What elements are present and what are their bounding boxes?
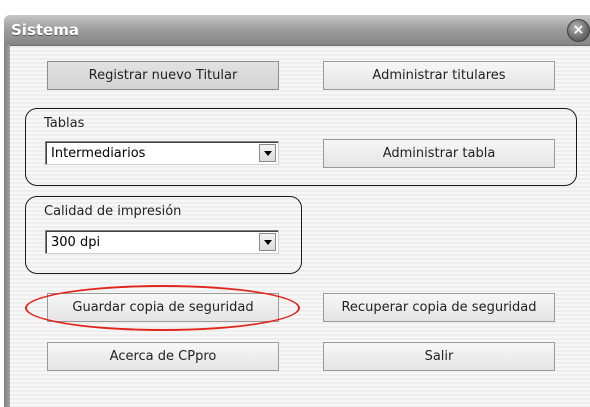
tables-dropdown-value: Intermediarios bbox=[51, 146, 146, 161]
chevron-down-icon[interactable] bbox=[259, 233, 276, 251]
tables-dropdown[interactable]: Intermediarios bbox=[45, 141, 279, 165]
sistema-dialog: Sistema × Registrar nuevo Titular Admini… bbox=[0, 0, 590, 407]
exit-button[interactable]: Salir bbox=[323, 342, 555, 371]
manage-table-button[interactable]: Administrar tabla bbox=[323, 139, 555, 168]
close-icon[interactable]: × bbox=[567, 19, 590, 42]
restore-backup-button[interactable]: Recuperar copia de seguridad bbox=[323, 293, 555, 322]
tables-group-label: Tablas bbox=[44, 116, 85, 131]
title-bar[interactable]: Sistema × bbox=[4, 15, 590, 46]
save-backup-button[interactable]: Guardar copia de seguridad bbox=[47, 293, 279, 322]
chevron-down-icon[interactable] bbox=[259, 144, 276, 162]
print-quality-dropdown[interactable]: 300 dpi bbox=[45, 230, 279, 254]
print-quality-value: 300 dpi bbox=[51, 235, 101, 250]
print-quality-label: Calidad de impresión bbox=[44, 204, 182, 219]
window-title: Sistema bbox=[11, 21, 79, 39]
about-button[interactable]: Acerca de CPpro bbox=[47, 342, 279, 371]
manage-holders-button[interactable]: Administrar titulares bbox=[323, 61, 555, 90]
register-holder-button[interactable]: Registrar nuevo Titular bbox=[47, 61, 279, 90]
